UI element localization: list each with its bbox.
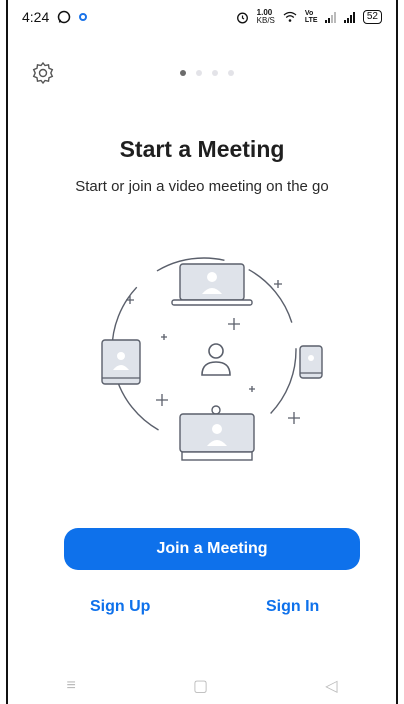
page-dot — [212, 70, 218, 76]
phone-icon — [299, 345, 323, 379]
meeting-devices-illustration — [101, 257, 323, 461]
page-subtitle: Start or join a video meeting on the go — [75, 178, 329, 195]
alarm-icon — [236, 12, 248, 23]
whatsapp-icon — [58, 10, 71, 24]
page-dot — [228, 70, 234, 76]
back-nav-icon[interactable]: ◁ — [325, 676, 337, 696]
join-meeting-button[interactable]: Join a Meeting — [64, 528, 360, 570]
wifi-icon — [283, 11, 297, 22]
page-indicator — [180, 70, 234, 76]
tablet-icon — [101, 339, 141, 385]
menu-nav-icon[interactable]: ≡ — [67, 677, 76, 695]
phone-frame: 4:24 1.00 KB/S Vo LTE 52 Start a Meeting… — [6, 0, 398, 704]
signal-icon — [324, 11, 336, 23]
page-title: Start a Meeting — [119, 136, 285, 162]
status-bar: 4:24 1.00 KB/S Vo LTE 52 — [8, 0, 396, 34]
system-nav-bar: ≡ ▢ ◁ — [8, 668, 396, 704]
page-dot-active — [180, 70, 186, 76]
network-speed: 1.00 KB/S — [256, 8, 275, 25]
volte-badge: Vo LTE — [304, 10, 318, 24]
page-dot — [196, 70, 202, 76]
room-system-icon — [179, 405, 255, 461]
notification-dot-icon — [79, 13, 88, 21]
sign-in-link[interactable]: Sign In — [266, 598, 319, 616]
signal-icon-2 — [343, 11, 355, 23]
home-nav-icon[interactable]: ▢ — [193, 676, 208, 696]
battery-icon: 52 — [362, 10, 382, 24]
gear-icon[interactable] — [30, 60, 56, 86]
user-icon — [201, 343, 231, 376]
sign-up-link[interactable]: Sign Up — [90, 598, 150, 616]
status-time: 4:24 — [22, 9, 50, 25]
laptop-icon — [171, 263, 253, 306]
